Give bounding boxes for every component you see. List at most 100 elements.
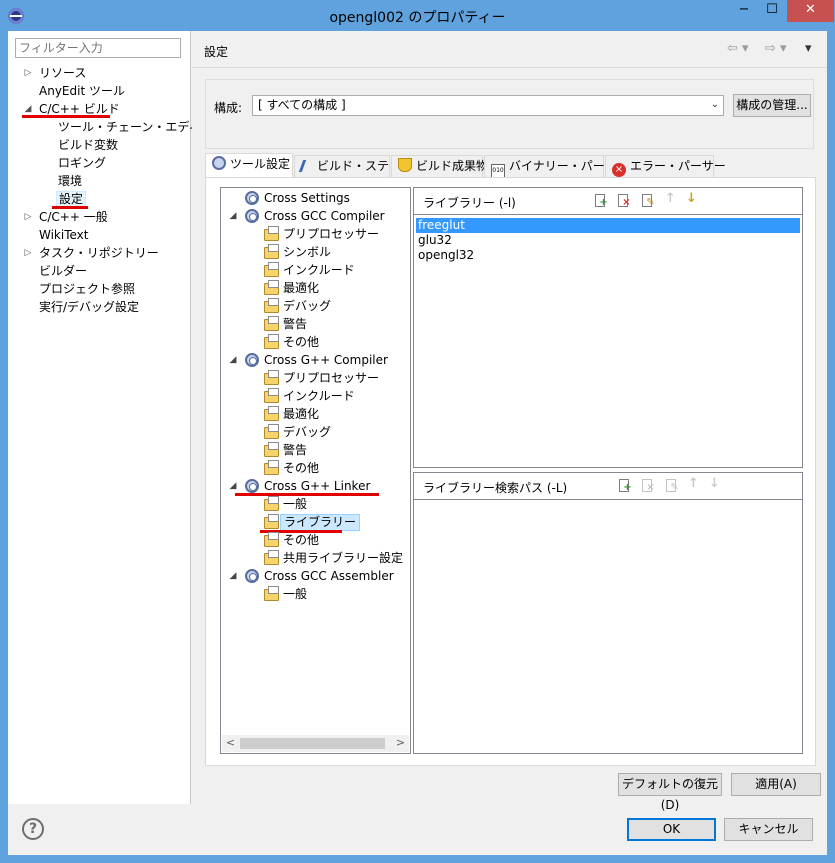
nav-item-label: タスク・リポジトリー [39, 246, 159, 260]
apply-button[interactable]: 適用(A) [731, 773, 821, 796]
nav-item-label: ロギング [58, 156, 107, 170]
library-row[interactable]: glu32 [416, 233, 800, 248]
move-path-down-button[interactable]: ↓ [708, 477, 722, 493]
ok-button[interactable]: OK [627, 818, 716, 841]
tree-item-option[interactable]: 共用ライブラリー設定 [221, 549, 409, 567]
tree-item-label: インクルード [283, 263, 355, 277]
edit-path-button[interactable]: ✎ [665, 478, 679, 493]
tree-item-option[interactable]: プリプロセッサー [221, 369, 409, 387]
tool-icon [245, 209, 259, 223]
option-folder-icon [264, 442, 279, 457]
edit-icon: ✎ [646, 197, 655, 208]
library-row[interactable]: opengl32 [416, 248, 800, 263]
tree-item-label: プリプロセッサー [283, 227, 380, 241]
tab-label: ビルド成果物 [416, 159, 489, 173]
tree-item-option[interactable]: その他 [221, 459, 409, 477]
configuration-value: [ すべての構成 ] [258, 98, 346, 112]
configuration-group: 構成: [ すべての構成 ] ⌄ 構成の管理... [205, 79, 814, 149]
manage-configurations-button[interactable]: 構成の管理... [733, 94, 811, 117]
add-library-button[interactable]: + [594, 193, 608, 208]
library-paths-panel-header: ライブラリー検索パス (-L) + × ✎ ↑ ↓ [414, 473, 802, 500]
tab-error-parsers[interactable]: × エラー・パーサー [605, 155, 726, 177]
libraries-panel-header: ライブラリー (-l) + × ✎ ↑ ↓ [414, 188, 802, 215]
tree-item-label: 共用ライブラリー設定 [283, 551, 404, 565]
tab-build-steps[interactable]: ビルド・ステップ [294, 155, 413, 177]
arrow-down-icon: ↓ [686, 191, 697, 206]
tree-item-option[interactable]: 警告 [221, 441, 409, 459]
arrow-up-icon: ↑ [665, 191, 676, 206]
expand-icon[interactable]: ▷ [23, 208, 33, 226]
configuration-select[interactable]: [ すべての構成 ] ⌄ [252, 95, 724, 116]
tree-item-option[interactable]: インクルード [221, 387, 409, 405]
scroll-left-button[interactable]: < [222, 735, 239, 752]
tree-item-label: 一般 [283, 587, 308, 601]
back-button[interactable]: ⇦ ▾ [727, 41, 749, 56]
expand-icon[interactable]: ▷ [23, 244, 33, 262]
tree-item-option[interactable]: その他 [221, 333, 409, 351]
properties-window: opengl002 のプロパティー − ☐ ✕ ▷ リソース AnyEdit ツ… [0, 0, 835, 863]
help-icon[interactable]: ? [22, 818, 44, 840]
close-button[interactable]: ✕ [787, 0, 834, 22]
tree-item-label: Cross Settings [264, 191, 350, 205]
tree-item-option[interactable]: デバッグ [221, 423, 409, 441]
option-folder-icon [264, 406, 279, 421]
move-up-button[interactable]: ↑ [664, 191, 678, 208]
tree-item-label: 一般 [283, 497, 308, 511]
collapse-icon[interactable]: ◢ [228, 207, 238, 225]
tree-item-option[interactable]: 一般 [221, 585, 409, 603]
tree-item-option[interactable]: シンボル [221, 243, 409, 261]
filter-input[interactable] [15, 38, 181, 58]
view-menu-button[interactable]: ▾ [805, 41, 812, 56]
collapse-icon[interactable]: ◢ [228, 351, 238, 369]
tree-item-option[interactable]: 一般 [221, 495, 409, 513]
minimize-button[interactable]: − [730, 0, 758, 22]
tree-item-libraries[interactable]: ライブラリー [221, 513, 409, 531]
tree-item-label: インクルード [283, 389, 355, 403]
tree-item-cross-gpp-compiler[interactable]: ◢ Cross G++ Compiler [221, 351, 409, 369]
nav-item-label: 環境 [58, 174, 83, 188]
expand-icon[interactable]: ▷ [23, 64, 33, 82]
collapse-icon[interactable]: ◢ [228, 567, 238, 585]
scrollbar-thumb[interactable] [240, 738, 385, 749]
tree-item-option[interactable]: その他 [221, 531, 409, 549]
library-paths-label: ライブラリー検索パス (-L) [423, 481, 568, 495]
option-folder-icon [264, 226, 279, 241]
tree-item-label: その他 [283, 533, 320, 547]
error-icon: × [612, 163, 626, 177]
move-path-up-button[interactable]: ↑ [687, 477, 701, 493]
cancel-button[interactable]: キャンセル [724, 818, 813, 841]
library-row[interactable]: freeglut [416, 218, 800, 233]
add-path-button[interactable]: + [618, 478, 632, 493]
tree-item-option[interactable]: 最適化 [221, 405, 409, 423]
tab-build-artifacts[interactable]: ビルド成果物 [391, 155, 488, 177]
option-folder-icon [264, 460, 279, 475]
property-navigation: ▷ リソース AnyEdit ツール ◢ C/C++ ビルド ツール・チェーン・… [8, 31, 225, 804]
tab-binary-parsers[interactable]: 010 バイナリー・パーサー [484, 155, 629, 178]
tree-item-option[interactable]: インクルード [221, 261, 409, 279]
move-down-button[interactable]: ↓ [685, 191, 699, 208]
tree-item-cross-settings[interactable]: Cross Settings [221, 189, 409, 207]
tree-item-cross-gcc-compiler[interactable]: ◢ Cross GCC Compiler [221, 207, 409, 225]
option-folder-icon [264, 298, 279, 313]
title-bar[interactable]: opengl002 のプロパティー − ☐ ✕ [0, 0, 835, 31]
horizontal-scrollbar[interactable]: < > [222, 735, 409, 752]
delete-path-button[interactable]: × [641, 478, 655, 493]
tree-item-option[interactable]: 最適化 [221, 279, 409, 297]
maximize-button[interactable]: ☐ [758, 0, 786, 22]
forward-button[interactable]: ⇨ ▾ [765, 41, 787, 56]
edit-library-button[interactable]: ✎ [641, 193, 655, 208]
delete-library-button[interactable]: × [617, 193, 631, 208]
tool-tree[interactable]: Cross Settings ◢ Cross GCC Compiler プリプロ… [220, 187, 411, 754]
tree-item-option[interactable]: 警告 [221, 315, 409, 333]
scroll-right-button[interactable]: > [392, 735, 409, 752]
restore-defaults-button[interactable]: デフォルトの復元(D) [618, 773, 722, 812]
option-folder-icon [264, 514, 279, 529]
tree-item-option[interactable]: プリプロセッサー [221, 225, 409, 243]
tree-item-option[interactable]: デバッグ [221, 297, 409, 315]
tab-tool-settings[interactable]: ツール設定 [205, 153, 293, 178]
tree-item-cross-gcc-assembler[interactable]: ◢ Cross GCC Assembler [221, 567, 409, 585]
tree-item-label: 警告 [283, 443, 308, 457]
tool-settings-panel: Cross Settings ◢ Cross GCC Compiler プリプロ… [205, 177, 816, 766]
option-folder-icon [264, 244, 279, 259]
binary-file-icon: 010 [491, 164, 505, 178]
